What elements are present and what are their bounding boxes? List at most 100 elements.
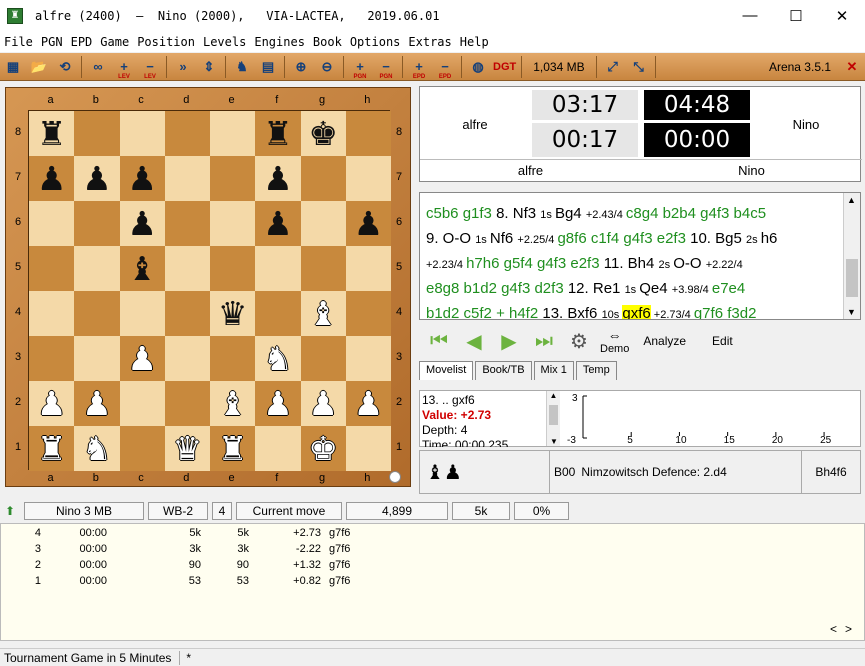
black-king-icon[interactable]: ♚ — [308, 117, 338, 150]
square-f2[interactable]: ♟ — [255, 381, 301, 426]
black-pawn-icon[interactable]: ♟ — [37, 162, 67, 195]
menu-file[interactable]: File — [0, 35, 37, 49]
square-e5[interactable] — [210, 246, 256, 291]
fullscreen-icon[interactable]: ⤢ — [602, 56, 624, 78]
game-move[interactable]: 13. Bxf6 — [542, 305, 601, 319]
black-pawn-icon[interactable]: ♟ — [127, 162, 157, 195]
menu-epd[interactable]: EPD — [67, 35, 97, 49]
square-d4[interactable] — [164, 291, 210, 336]
square-d8[interactable] — [164, 111, 210, 156]
game-move[interactable]: 10. Bg5 — [690, 230, 746, 247]
settings-gear-icon[interactable]: ⚙ — [564, 327, 594, 355]
edit-button[interactable]: Edit — [712, 334, 733, 348]
menu-extras[interactable]: Extras — [404, 35, 455, 49]
square-c3[interactable]: ♟ — [119, 336, 165, 381]
square-f8[interactable]: ♜ — [255, 111, 301, 156]
square-h5[interactable] — [345, 246, 391, 291]
square-f3[interactable]: ♞ — [255, 336, 301, 381]
white-pawn-icon[interactable]: ♟ — [308, 387, 338, 420]
pv-move[interactable]: b2b4 — [663, 205, 701, 222]
move-notation[interactable]: c5b6 g1f3 8. Nf3 1s Bg4 +2.43/4 c8g4 b2b… — [419, 192, 861, 320]
pv-move[interactable]: g8f6 — [557, 230, 590, 247]
menu-pgn[interactable]: PGN — [37, 35, 67, 49]
square-a6[interactable] — [29, 201, 75, 246]
square-a7[interactable]: ♟ — [29, 156, 75, 201]
square-c6[interactable]: ♟ — [119, 201, 165, 246]
scroll-right-icon[interactable]: > — [845, 622, 852, 636]
pgn-plus-icon[interactable]: + PGN — [349, 56, 371, 80]
square-g5[interactable] — [300, 246, 346, 291]
square-f7[interactable]: ♟ — [255, 156, 301, 201]
square-d7[interactable] — [164, 156, 210, 201]
chess-board[interactable]: ♜ ♜ ♚ ♟ ♟ ♟ ♟ ♟ ♟ ♟ ♝ ♛ ♝ ♟ ♞ ♟ ♟ ♝ ♟ ♟ ♟ ♜ ♞ ♛ ♜ ♚ — [28, 110, 391, 471]
game-move[interactable]: O-O — [673, 255, 706, 272]
board-edit-icon[interactable]: ▤ — [257, 56, 279, 78]
white-rook-icon[interactable]: ♜ — [37, 432, 67, 465]
square-g1[interactable]: ♚ — [300, 426, 346, 471]
pv-move[interactable]: f3d2 — [727, 305, 756, 319]
square-d1[interactable]: ♛ — [164, 426, 210, 471]
square-g2[interactable]: ♟ — [300, 381, 346, 426]
menu-book[interactable]: Book — [309, 35, 346, 49]
pv-move[interactable]: d2f3 — [534, 280, 567, 297]
square-h1[interactable] — [345, 426, 391, 471]
first-move-icon[interactable]: ⏮ — [424, 327, 454, 355]
tab-book-tb[interactable]: Book/TB — [475, 361, 532, 380]
pv-move[interactable]: g4f3 — [623, 230, 656, 247]
pv-move[interactable]: c5b6 — [426, 205, 463, 222]
game-move[interactable]: Nf6 — [490, 230, 518, 247]
previous-move-icon[interactable]: ◀ — [459, 327, 489, 355]
square-b2[interactable]: ♟ — [74, 381, 120, 426]
close-button[interactable]: ✕ — [819, 0, 865, 31]
black-bishop-icon[interactable]: ♝ — [127, 252, 157, 285]
infinite-level-icon[interactable]: ∞ — [87, 56, 109, 78]
square-f6[interactable]: ♟ — [255, 201, 301, 246]
dgt-icon[interactable]: DGT — [493, 56, 516, 78]
engine-line[interactable]: 2 00:00 90 90 +1.32 g7f6 — [1, 559, 401, 575]
analysis-scroll-up-icon[interactable]: ▲ — [547, 391, 560, 400]
black-pawn-icon[interactable]: ♟ — [263, 162, 293, 195]
square-g3[interactable] — [300, 336, 346, 381]
menu-help[interactable]: Help — [456, 35, 493, 49]
next-move-icon[interactable]: ▶ — [494, 327, 524, 355]
game-move[interactable]: gxf6 — [622, 305, 651, 319]
menu-game[interactable]: Game — [96, 35, 133, 49]
white-pawn-icon[interactable]: ♟ — [127, 342, 157, 375]
white-pawn-icon[interactable]: ♟ — [82, 387, 112, 420]
pv-move[interactable]: e8g8 — [426, 280, 464, 297]
square-e1[interactable]: ♜ — [210, 426, 256, 471]
square-e4[interactable]: ♛ — [210, 291, 256, 336]
white-king-icon[interactable]: ♚ — [308, 432, 338, 465]
square-b6[interactable] — [74, 201, 120, 246]
white-pawn-icon[interactable]: ♟ — [263, 387, 293, 420]
last-move-icon[interactable]: ⏭ — [529, 327, 559, 355]
square-f5[interactable] — [255, 246, 301, 291]
square-a5[interactable] — [29, 246, 75, 291]
pv-move[interactable]: g4f3 — [537, 255, 570, 272]
analysis-scroll-down-icon[interactable]: ▼ — [547, 437, 561, 446]
new-board-icon[interactable]: ▦ — [2, 56, 24, 78]
square-g6[interactable] — [300, 201, 346, 246]
pv-move[interactable]: g4f3 — [501, 280, 534, 297]
engine-line[interactable]: 1 00:00 53 53 +0.82 g7f6 — [1, 575, 401, 591]
chess-board-icon[interactable]: ♜ — [7, 7, 23, 24]
engine-output[interactable]: < > 4 00:00 5k 5k +2.73 g7f6 3 00:00 3k 3k -2.22 g7… — [0, 523, 865, 641]
black-pawn-icon[interactable]: ♟ — [263, 207, 293, 240]
scroll-left-icon[interactable]: < — [830, 622, 837, 636]
square-h2[interactable]: ♟ — [345, 381, 391, 426]
square-b5[interactable] — [74, 246, 120, 291]
square-d2[interactable] — [164, 381, 210, 426]
black-rook-icon[interactable]: ♜ — [37, 117, 67, 150]
square-f1[interactable] — [255, 426, 301, 471]
pv-move[interactable]: g1f3 — [463, 205, 496, 222]
square-d3[interactable] — [164, 336, 210, 381]
tab-movelist[interactable]: Movelist — [419, 361, 474, 380]
globe-icon[interactable]: ◍ — [467, 56, 489, 78]
fast-forward-icon[interactable]: » — [172, 56, 194, 78]
scroll-down-icon[interactable]: ▼ — [847, 307, 856, 317]
white-knight-icon[interactable]: ♞ — [82, 432, 112, 465]
pv-move[interactable]: g4f3 — [700, 205, 733, 222]
tab-mix-1[interactable]: Mix 1 — [533, 361, 574, 380]
engine-line[interactable]: 4 00:00 5k 5k +2.73 g7f6 — [1, 527, 401, 543]
pv-move[interactable]: c8g4 — [626, 205, 663, 222]
